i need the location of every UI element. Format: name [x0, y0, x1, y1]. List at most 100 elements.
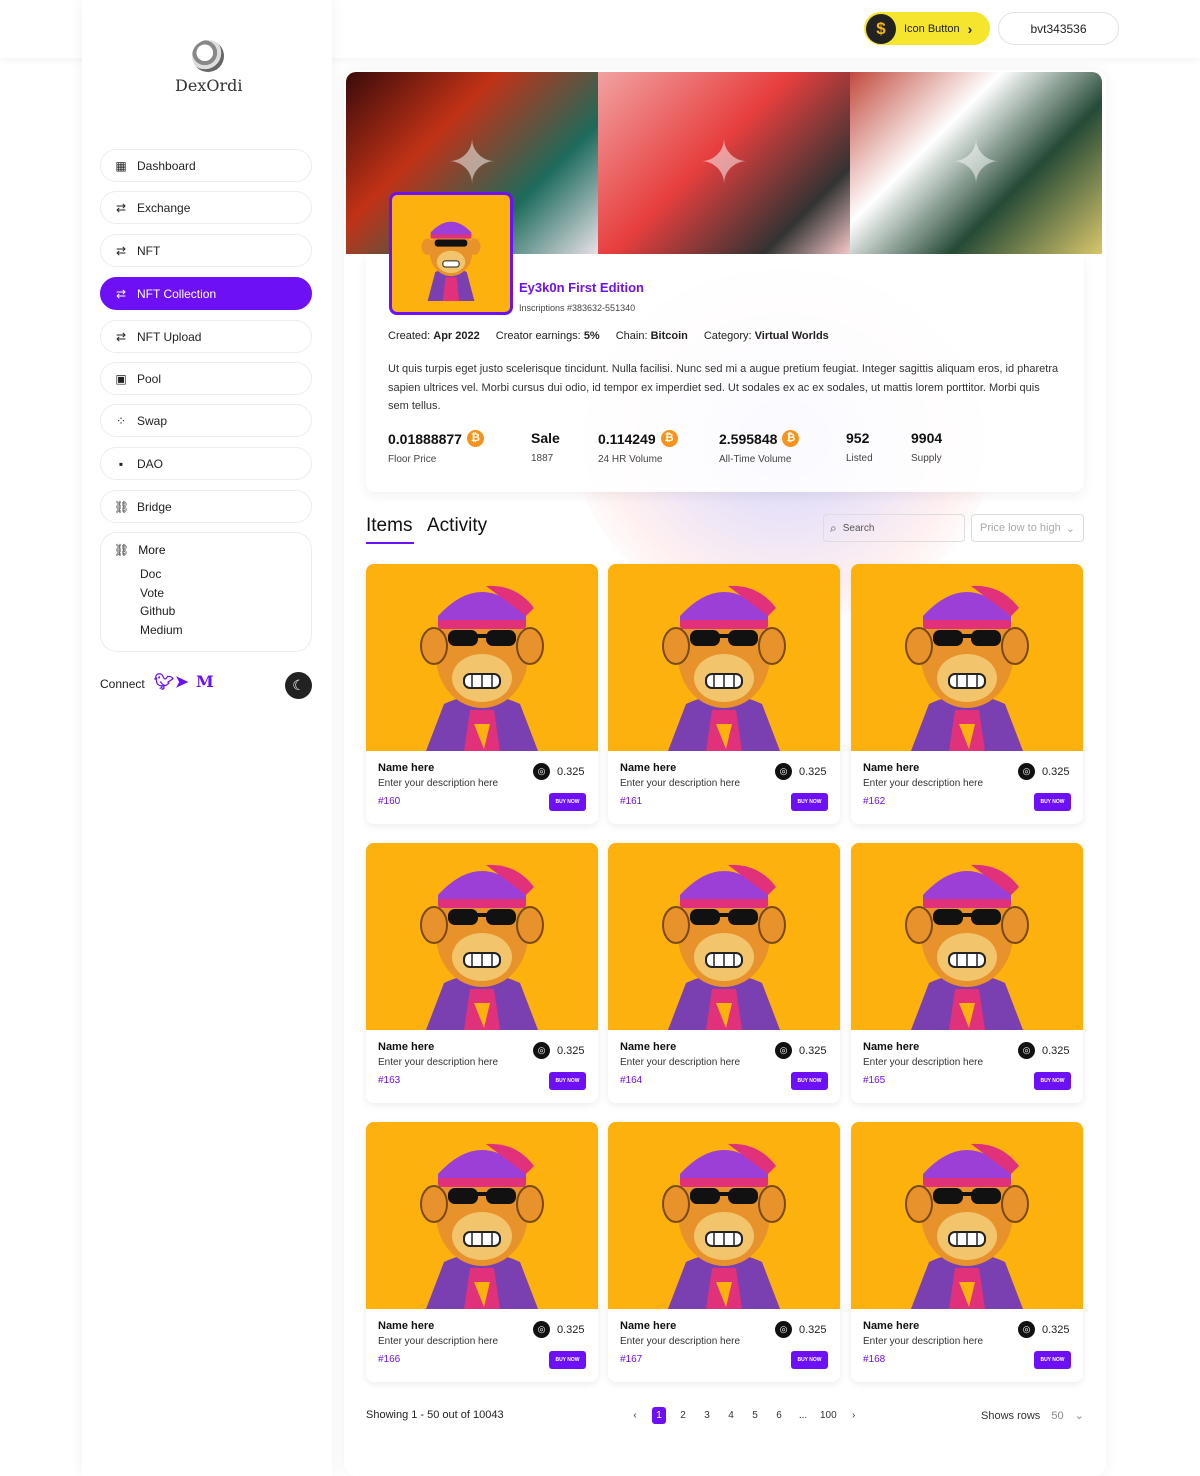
- nft-card[interactable]: Name here Enter your description here #167…: [608, 1122, 840, 1382]
- nft-price: ◎ 0.325: [1018, 1042, 1070, 1059]
- connect-label: Connect: [100, 677, 145, 691]
- medium-icon[interactable]: M: [196, 672, 214, 691]
- stat-label: Floor Price: [388, 454, 437, 465]
- icon-button[interactable]: $ Icon Button ›: [864, 12, 990, 45]
- stat-label: Listed: [846, 453, 873, 464]
- page-4[interactable]: 4: [724, 1407, 738, 1424]
- stat-listed: 952 Listed: [846, 430, 873, 464]
- sidebar-item-nft-upload[interactable]: ⇄ NFT Upload: [100, 320, 312, 353]
- sidebar-item-nft-collection[interactable]: ⇄ NFT Collection: [100, 277, 312, 310]
- sort-select[interactable]: Price low to high ⌄: [971, 514, 1084, 542]
- stat-value: 9904: [911, 430, 943, 446]
- buy-now-button[interactable]: BUY NOW: [549, 1072, 586, 1090]
- nft-card[interactable]: Name here Enter your description here #168…: [851, 1122, 1083, 1382]
- nft-price-value: 0.325: [1042, 1323, 1070, 1336]
- account-button[interactable]: bvt343536: [998, 12, 1119, 45]
- nft-description: Enter your description here: [378, 1057, 499, 1068]
- sidebar-item-nft[interactable]: ⇄ NFT: [100, 234, 312, 267]
- page-100[interactable]: 100: [820, 1407, 837, 1424]
- nft-card[interactable]: Name here Enter your description here #166…: [366, 1122, 598, 1382]
- nft-image[interactable]: [608, 1122, 840, 1309]
- tab-activity[interactable]: Activity: [427, 515, 487, 537]
- nft-name: Name here: [863, 1041, 920, 1053]
- sidebar-item-swap[interactable]: ⁘ Swap: [100, 404, 312, 437]
- nft-id: #161: [620, 796, 643, 807]
- nft-id: #160: [378, 796, 401, 807]
- buy-now-button[interactable]: BUY NOW: [549, 1351, 586, 1369]
- swap-arrows-icon: ⇄: [115, 243, 127, 258]
- stat-label: 24 HR Volume: [598, 454, 663, 465]
- nft-name: Name here: [378, 1041, 435, 1053]
- banner-art-2: ✦: [598, 72, 850, 254]
- pool-icon: ▣: [115, 371, 127, 386]
- nft-image[interactable]: [608, 843, 840, 1030]
- nft-id: #163: [378, 1075, 401, 1086]
- telegram-icon[interactable]: ➤: [175, 672, 188, 692]
- nft-name: Name here: [378, 762, 435, 774]
- sidebar-item-label: NFT Collection: [137, 286, 217, 301]
- meta-chain: Chain: Bitcoin: [615, 330, 688, 342]
- stat-24-hr-volume: 0.114249 ₿ 24 HR Volume: [598, 430, 678, 465]
- sidebar-item-dashboard[interactable]: ▦ Dashboard: [100, 149, 312, 182]
- buy-now-button[interactable]: BUY NOW: [791, 1072, 828, 1090]
- more-header[interactable]: ⛓ More: [114, 543, 166, 557]
- nft-price: ◎ 0.325: [533, 1321, 585, 1338]
- ape-illustration-icon: [608, 843, 840, 1030]
- nft-image[interactable]: [608, 564, 840, 751]
- buy-now-button[interactable]: BUY NOW: [791, 1351, 828, 1369]
- nft-image[interactable]: [366, 843, 598, 1030]
- nft-image[interactable]: [851, 564, 1083, 751]
- page-6[interactable]: 6: [772, 1407, 786, 1424]
- nft-card[interactable]: Name here Enter your description here #163…: [366, 843, 598, 1103]
- chevron-left-icon[interactable]: ‹: [628, 1407, 642, 1424]
- main-panel: ✦ ✦ ✦ Ey3k0n First Edition Inscriptions …: [344, 70, 1106, 1476]
- exchange-icon: ⇄: [115, 200, 127, 215]
- buy-now-button[interactable]: BUY NOW: [1034, 793, 1071, 811]
- nft-card[interactable]: Name here Enter your description here #161…: [608, 564, 840, 824]
- nft-name: Name here: [620, 1320, 677, 1332]
- dashboard-icon: ▦: [115, 158, 127, 173]
- nft-card[interactable]: Name here Enter your description here #165…: [851, 843, 1083, 1103]
- more-item-medium[interactable]: Medium: [140, 623, 183, 637]
- more-item-vote[interactable]: Vote: [140, 586, 164, 600]
- nft-image[interactable]: [851, 843, 1083, 1030]
- nft-card[interactable]: Name here Enter your description here #162…: [851, 564, 1083, 824]
- sidebar-item-pool[interactable]: ▣ Pool: [100, 362, 312, 395]
- sidebar-item-exchange[interactable]: ⇄ Exchange: [100, 191, 312, 224]
- more-item-doc[interactable]: Doc: [140, 567, 161, 581]
- dao-icon: ▪: [118, 456, 124, 471]
- dark-mode-toggle[interactable]: ☾: [285, 672, 312, 699]
- sidebar-item-bridge[interactable]: ⛓ Bridge: [100, 490, 312, 523]
- twitter-icon[interactable]: 🐦︎: [154, 672, 174, 692]
- page-2[interactable]: 2: [676, 1407, 690, 1424]
- buy-now-button[interactable]: BUY NOW: [549, 793, 586, 811]
- buy-now-button[interactable]: BUY NOW: [791, 793, 828, 811]
- ape-illustration-icon: [366, 843, 598, 1030]
- brand-logo[interactable]: DexOrdi: [175, 40, 242, 100]
- icon-button-label: Icon Button: [904, 22, 960, 35]
- sidebar-item-dao[interactable]: ▪ DAO: [100, 447, 312, 480]
- tab-items[interactable]: Items: [366, 515, 412, 537]
- buy-now-button[interactable]: BUY NOW: [1034, 1072, 1071, 1090]
- active-tab-indicator: [366, 542, 414, 544]
- ape-illustration-icon: [366, 1122, 598, 1309]
- nft-image[interactable]: [366, 1122, 598, 1309]
- nft-image[interactable]: [366, 564, 598, 751]
- nft-image[interactable]: [851, 1122, 1083, 1309]
- bitcoin-icon: ₿: [466, 430, 484, 447]
- stat-all-time-volume: 2.595848 ₿ All-Time Volume: [719, 430, 800, 465]
- search-input[interactable]: ⌕ Search: [823, 514, 965, 542]
- collection-inscriptions: Inscriptions #383632-551340: [519, 303, 636, 313]
- stat-value: 0.01888877: [388, 430, 462, 447]
- rows-per-page[interactable]: Shows rows 50 ⌄: [981, 1409, 1084, 1422]
- chevron-right-icon[interactable]: ›: [847, 1407, 861, 1424]
- more-item-github[interactable]: Github: [140, 604, 175, 618]
- nft-card[interactable]: Name here Enter your description here #164…: [608, 843, 840, 1103]
- page-1[interactable]: 1: [652, 1407, 666, 1424]
- page-5[interactable]: 5: [748, 1407, 762, 1424]
- nft-card[interactable]: Name here Enter your description here #160…: [366, 564, 598, 824]
- buy-now-button[interactable]: BUY NOW: [1034, 1351, 1071, 1369]
- stat-label: Supply: [911, 453, 942, 464]
- page-3[interactable]: 3: [700, 1407, 714, 1424]
- currency-icon: ◎: [533, 1042, 550, 1059]
